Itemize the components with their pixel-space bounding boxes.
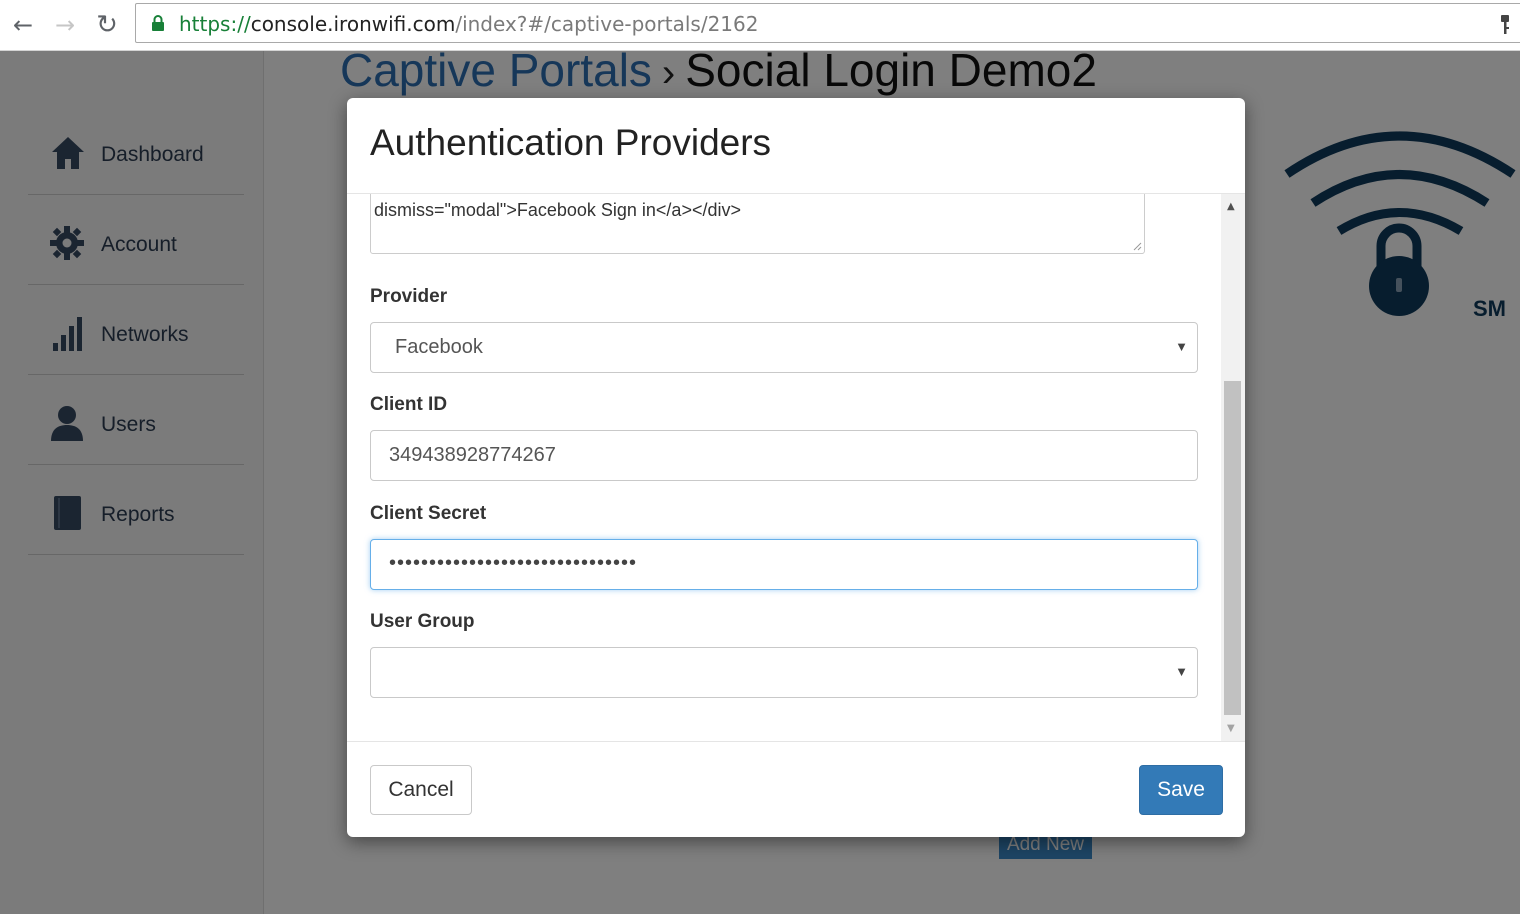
client-secret-label: Client Secret: [370, 503, 487, 524]
auth-providers-modal: Authentication Providers dismiss="modal"…: [347, 98, 1245, 837]
chevron-down-icon: ▼: [1175, 664, 1188, 679]
modal-footer: Cancel Save: [347, 741, 1245, 837]
scroll-down-arrow-icon[interactable]: ▼: [1227, 723, 1235, 734]
key-icon[interactable]: [1500, 15, 1510, 35]
client-id-value: 349438928774267: [389, 444, 556, 466]
modal-scrollbar[interactable]: ▲ ▼: [1221, 194, 1245, 741]
textarea-text: dismiss="modal">Facebook Sign in</a></di…: [374, 200, 741, 220]
modal-body: dismiss="modal">Facebook Sign in</a></di…: [347, 194, 1245, 741]
user-group-label: User Group: [370, 611, 475, 632]
resize-grip-icon[interactable]: [1133, 242, 1142, 251]
chevron-down-icon: ▼: [1175, 339, 1188, 354]
html-textarea[interactable]: dismiss="modal">Facebook Sign in</a></di…: [370, 194, 1145, 254]
cancel-button[interactable]: Cancel: [370, 765, 472, 815]
reload-button[interactable]: ↻: [90, 8, 124, 42]
url-text: https://console.ironwifi.com/index?#/cap…: [179, 12, 759, 36]
secure-lock-icon: [152, 15, 164, 31]
client-id-field[interactable]: 349438928774267: [370, 430, 1198, 481]
modal-header: Authentication Providers: [347, 98, 1245, 194]
save-button[interactable]: Save: [1139, 765, 1223, 815]
user-group-select[interactable]: ▼: [370, 647, 1198, 698]
scrollbar-thumb[interactable]: [1224, 381, 1241, 715]
back-button[interactable]: ←: [6, 8, 40, 42]
reload-icon: ↻: [96, 10, 118, 40]
browser-toolbar: ← → ↻ https://console.ironwifi.com/index…: [0, 0, 1520, 51]
provider-select[interactable]: Facebook ▼: [370, 322, 1198, 373]
forward-button[interactable]: →: [48, 8, 82, 42]
client-secret-value: •••••••••••••••••••••••••••••••: [389, 552, 638, 574]
address-bar[interactable]: https://console.ironwifi.com/index?#/cap…: [135, 3, 1520, 43]
client-id-label: Client ID: [370, 394, 448, 415]
provider-label: Provider: [370, 286, 448, 307]
forward-arrow-icon: →: [54, 11, 76, 39]
back-arrow-icon: ←: [12, 11, 34, 39]
client-secret-field[interactable]: •••••••••••••••••••••••••••••••: [370, 539, 1198, 590]
provider-value: Facebook: [395, 336, 483, 358]
scroll-up-arrow-icon[interactable]: ▲: [1227, 201, 1235, 212]
modal-title: Authentication Providers: [370, 122, 772, 163]
